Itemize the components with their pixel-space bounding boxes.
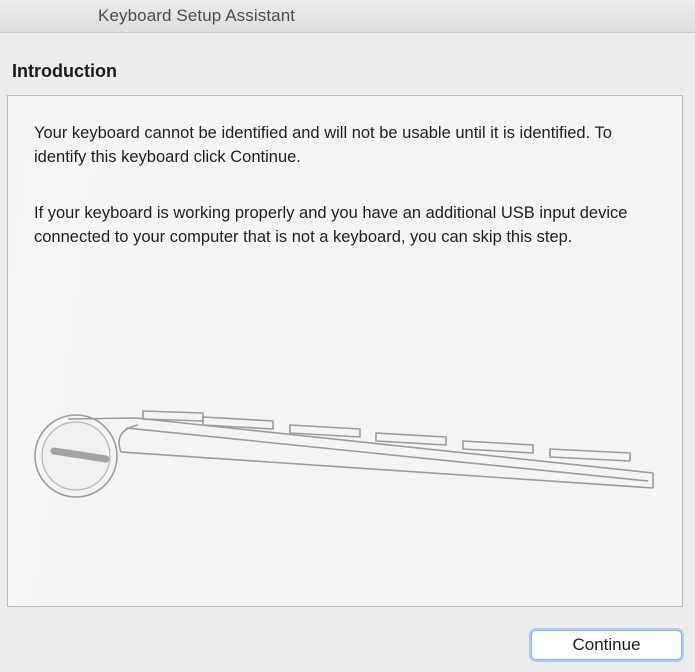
continue-button[interactable]: Continue <box>531 630 682 660</box>
section-title: Introduction <box>12 61 117 81</box>
window-title: Keyboard Setup Assistant <box>98 6 296 25</box>
intro-paragraph: Your keyboard cannot be identified and w… <box>34 124 612 166</box>
title-bar[interactable]: Keyboard Setup Assistant <box>0 0 695 33</box>
keyboard-outline-icon <box>34 410 654 498</box>
content-panel: Your keyboard cannot be identified and w… <box>7 95 683 607</box>
skip-paragraph: If your keyboard is working properly and… <box>34 204 628 246</box>
